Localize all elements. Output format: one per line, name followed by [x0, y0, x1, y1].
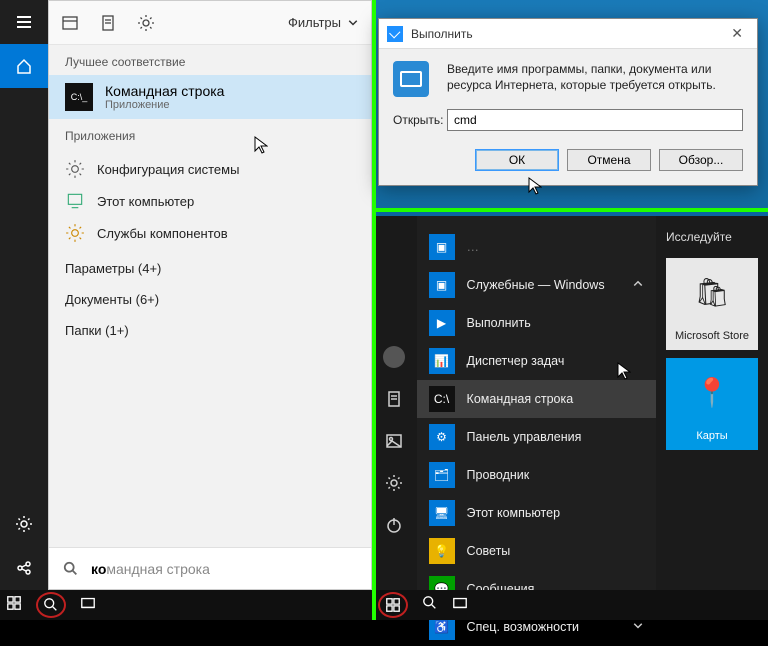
cmd-icon: C:\_: [65, 83, 93, 111]
search-input[interactable]: командная строка: [49, 547, 371, 589]
run-dialog-icon: [387, 26, 403, 42]
start-folder-windows-system[interactable]: ▣ Служебные — Windows: [417, 266, 656, 304]
run-description: Введите имя программы, папки, документа …: [447, 61, 743, 93]
apps-list: Конфигурация системы Этот компьютер Служ…: [49, 149, 371, 253]
start-tiles-column: Исследуйте 🛍 Microsoft Store 📍 Карты: [656, 216, 768, 590]
user-avatar-button[interactable]: [372, 336, 417, 378]
explorer-icon: 🗂: [429, 462, 455, 488]
document-icon[interactable]: [99, 14, 117, 32]
hamburger-icon[interactable]: [0, 0, 48, 44]
search-flyout: Фильтры Лучшее соответствие C:\_ Командн…: [48, 0, 372, 590]
best-match-subtitle: Приложение: [105, 99, 224, 111]
share-icon[interactable]: [0, 546, 48, 590]
task-view-button[interactable]: [80, 595, 96, 616]
run-dialog-title: Выполнить: [411, 27, 473, 41]
tiles-group-label: Исследуйте: [666, 230, 758, 244]
run-command-input[interactable]: [447, 109, 743, 131]
search-icon: [63, 561, 79, 577]
start-button[interactable]: [6, 595, 22, 616]
chevron-down-icon: [347, 17, 359, 29]
category-settings[interactable]: Параметры (4+): [49, 253, 371, 284]
filters-label: Фильтры: [288, 15, 341, 30]
start-item-run[interactable]: ▶Выполнить: [417, 304, 656, 342]
start-folder-row[interactable]: ▣ …: [417, 228, 656, 266]
filters-dropdown[interactable]: Фильтры: [288, 15, 359, 30]
tips-icon: 💡: [429, 538, 455, 564]
start-item-tips[interactable]: 💡Советы: [417, 532, 656, 570]
run-body-icon: [393, 61, 429, 97]
taskbar-right: [372, 590, 768, 620]
run-icon: ▶: [429, 310, 455, 336]
run-dialog: Выполнить ✕ Введите имя программы, папки…: [378, 18, 758, 186]
cancel-button[interactable]: Отмена: [567, 149, 651, 171]
taskmgr-icon: 📊: [429, 348, 455, 374]
settings-gear-icon[interactable]: [0, 502, 48, 546]
documents-icon[interactable]: [372, 378, 417, 420]
task-view-button[interactable]: [452, 595, 468, 616]
control-panel-icon: ⚙: [429, 424, 455, 450]
component-services-icon: [65, 223, 85, 243]
start-item-control-panel[interactable]: ⚙Панель управления: [417, 418, 656, 456]
start-item-taskmgr[interactable]: 📊Диспетчер задач: [417, 342, 656, 380]
left-nav-rail: [0, 0, 48, 590]
app-result[interactable]: Службы компонентов: [49, 217, 371, 249]
tile-microsoft-store[interactable]: 🛍 Microsoft Store: [666, 258, 758, 350]
close-icon[interactable]: ✕: [725, 25, 749, 42]
best-match-title: Командная строка: [105, 83, 224, 99]
msconfig-icon: [65, 159, 85, 179]
panel-icon[interactable]: [61, 14, 79, 32]
pc-icon: 🖥: [429, 500, 455, 526]
app-result[interactable]: Конфигурация системы: [49, 153, 371, 185]
chevron-down-icon: [632, 620, 644, 632]
run-open-label: Открыть:: [393, 113, 437, 127]
maps-icon: 📍: [695, 376, 730, 409]
home-icon[interactable]: [0, 44, 48, 88]
start-item-explorer[interactable]: 🗂Проводник: [417, 456, 656, 494]
settings-icon[interactable]: [372, 462, 417, 504]
gear-icon[interactable]: [137, 14, 155, 32]
this-pc-icon: [65, 191, 85, 211]
search-text: командная строка: [91, 561, 210, 577]
category-folders[interactable]: Папки (1+): [49, 315, 371, 346]
start-menu: ▣ … ▣ Служебные — Windows ▶Выполнить 📊Ди…: [372, 216, 768, 590]
start-rail: [372, 216, 417, 590]
folder-icon: ▣: [429, 272, 455, 298]
best-match-heading: Лучшее соответствие: [49, 45, 371, 75]
power-icon[interactable]: [372, 504, 417, 546]
chevron-up-icon: [632, 278, 644, 290]
start-item-cmd[interactable]: C:\Командная строка: [417, 380, 656, 418]
folder-icon: ▣: [429, 234, 455, 260]
apps-heading: Приложения: [49, 119, 371, 149]
category-documents[interactable]: Документы (6+): [49, 284, 371, 315]
start-item-this-pc[interactable]: 🖥Этот компьютер: [417, 494, 656, 532]
taskbar-left: [0, 590, 372, 620]
store-icon: 🛍: [694, 276, 730, 309]
best-match-result[interactable]: C:\_ Командная строка Приложение: [49, 75, 371, 119]
tile-maps[interactable]: 📍 Карты: [666, 358, 758, 450]
ok-button[interactable]: ОК: [475, 149, 559, 171]
browse-button[interactable]: Обзор...: [659, 149, 743, 171]
app-result[interactable]: Этот компьютер: [49, 185, 371, 217]
taskbar-search-button[interactable]: [36, 592, 66, 618]
start-button[interactable]: [378, 592, 408, 618]
taskbar-search-button[interactable]: [422, 595, 438, 616]
start-apps-column: ▣ … ▣ Служебные — Windows ▶Выполнить 📊Ди…: [417, 216, 656, 590]
cmd-icon: C:\: [429, 386, 455, 412]
pictures-icon[interactable]: [372, 420, 417, 462]
